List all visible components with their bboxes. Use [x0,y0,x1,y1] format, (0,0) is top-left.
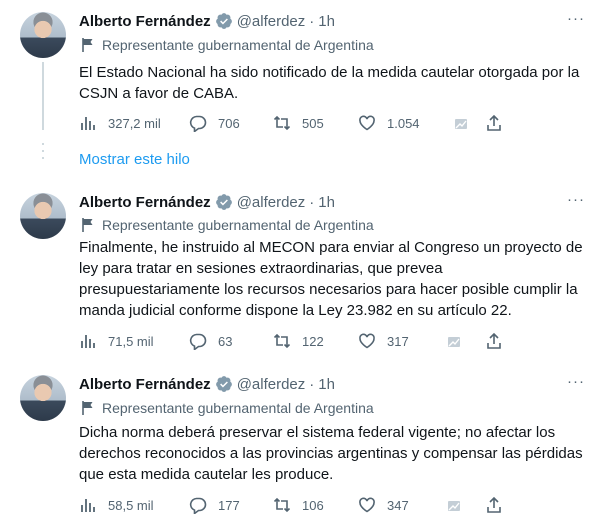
author-name[interactable]: Alberto Fernández [79,13,211,30]
thread-connector-line [42,62,44,130]
analytics-bars-icon [81,117,95,130]
like-count: 347 [387,497,409,513]
timestamp[interactable]: 1h [318,13,335,30]
views-button[interactable]: 327,2 mil [79,113,161,133]
views-count: 327,2 mil [108,115,161,131]
show-thread-link[interactable]: Mostrar este hilo [79,151,190,168]
share-button[interactable] [485,495,503,515]
tweet-text-line: El Estado Nacional ha sido notificado de… [79,64,580,81]
tip-jar-icon [448,337,460,347]
author-name[interactable]: Alberto Fernández [79,194,211,211]
flag-icon [82,218,93,232]
tip-jar-icon [455,119,467,129]
tweet-text-line: CSJN a favor de CABA. [79,85,239,102]
author-handle[interactable]: @alferdez [237,13,306,30]
separator-dot: · [309,12,315,30]
affiliation-text: Representante gubernamental de Argentina [102,37,374,53]
avatar[interactable] [20,375,66,421]
tweet-text: El Estado Nacional ha sido notificado de… [79,62,594,104]
tweet-text: Finalmente, he instruido al MECON para e… [79,237,594,321]
views-count: 71,5 mil [108,333,154,349]
affiliation-text: Representante gubernamental de Argentina [102,400,374,416]
tip-button[interactable] [445,495,463,515]
retweet-count: 122 [302,333,324,349]
more-options-icon[interactable]: ··· [566,11,586,32]
tweet-text-line: Finalmente, he instruido al MECON para e… [79,239,583,256]
like-button[interactable]: 347 [358,495,409,515]
affiliation-label: Representante gubernamental de Argentina [82,216,374,234]
reply-count: 63 [218,333,233,349]
share-upload-icon [487,496,501,513]
more-options-icon[interactable]: ··· [566,192,586,213]
tweet-text-line: Dicha norma deberá preservar el sistema … [79,424,556,441]
retweet-icon [273,115,291,131]
tip-button[interactable] [452,113,470,133]
thread-gap-dots [42,143,44,164]
tweet-actions: 327,2 mil 706 505 1.054 [79,113,594,133]
like-button[interactable]: 1.054 [358,113,420,133]
reply-count: 706 [218,115,240,131]
tweet-header: Alberto Fernández @alferdez · 1h [79,374,335,394]
tweet-header: Alberto Fernández @alferdez · 1h [79,192,335,212]
retweet-icon [273,497,291,513]
retweet-button[interactable]: 106 [273,495,324,515]
reply-button[interactable]: 177 [189,495,240,515]
heart-icon [359,333,375,349]
verified-badge-icon [215,194,232,210]
reply-button[interactable]: 63 [189,331,232,351]
like-count: 317 [387,333,409,349]
affiliation-text: Representante gubernamental de Argentina [102,217,374,233]
flag-icon [82,401,93,415]
tweet-text-line: presupuestariamente los recursos necesar… [79,281,578,298]
flag-icon [82,38,93,52]
reply-count: 177 [218,497,240,513]
views-button[interactable]: 71,5 mil [79,331,154,351]
tweet-text-line: manda judicial conforme dispone la Ley 2… [79,302,512,319]
like-button[interactable]: 317 [358,331,409,351]
reply-bubble-icon [189,333,207,350]
reply-bubble-icon [189,497,207,514]
separator-dot: · [309,193,315,211]
retweet-count: 106 [302,497,324,513]
retweet-button[interactable]: 505 [273,113,324,133]
separator-dot: · [309,375,315,393]
tweet-header: Alberto Fernández @alferdez · 1h [79,11,335,31]
heart-icon [359,497,375,513]
views-count: 58,5 mil [108,497,154,513]
affiliation-label: Representante gubernamental de Argentina [82,36,374,54]
analytics-bars-icon [81,335,95,348]
author-name[interactable]: Alberto Fernández [79,376,211,393]
tip-button[interactable] [445,331,463,351]
tip-jar-icon [448,501,460,511]
tweet-text-line: derechos reconocidos a las provincias ar… [79,445,583,462]
tweet-actions: 71,5 mil 63 122 317 [79,331,594,351]
share-upload-icon [487,114,501,131]
avatar[interactable] [20,193,66,239]
reply-button[interactable]: 706 [189,113,240,133]
share-button[interactable] [485,113,503,133]
retweet-button[interactable]: 122 [273,331,324,351]
author-handle[interactable]: @alferdez [237,194,306,211]
analytics-bars-icon [81,499,95,512]
share-upload-icon [487,332,501,349]
avatar[interactable] [20,12,66,58]
like-count: 1.054 [387,115,420,131]
author-handle[interactable]: @alferdez [237,376,306,393]
verified-badge-icon [215,13,232,29]
share-button[interactable] [485,331,503,351]
retweet-icon [273,333,291,349]
verified-badge-icon [215,376,232,392]
timestamp[interactable]: 1h [318,194,335,211]
tweet-actions: 58,5 mil 177 106 347 [79,495,594,515]
tweet-text-line: ley para tratar en sesiones extraordinar… [79,260,443,277]
retweet-count: 505 [302,115,324,131]
more-options-icon[interactable]: ··· [566,374,586,395]
timestamp[interactable]: 1h [318,376,335,393]
reply-bubble-icon [189,115,207,132]
tweet-text: Dicha norma deberá preservar el sistema … [79,422,594,485]
tweet-text-line: que esta medida cautelar les produce. [79,466,334,483]
heart-icon [359,115,375,131]
affiliation-label: Representante gubernamental de Argentina [82,399,374,417]
views-button[interactable]: 58,5 mil [79,495,154,515]
